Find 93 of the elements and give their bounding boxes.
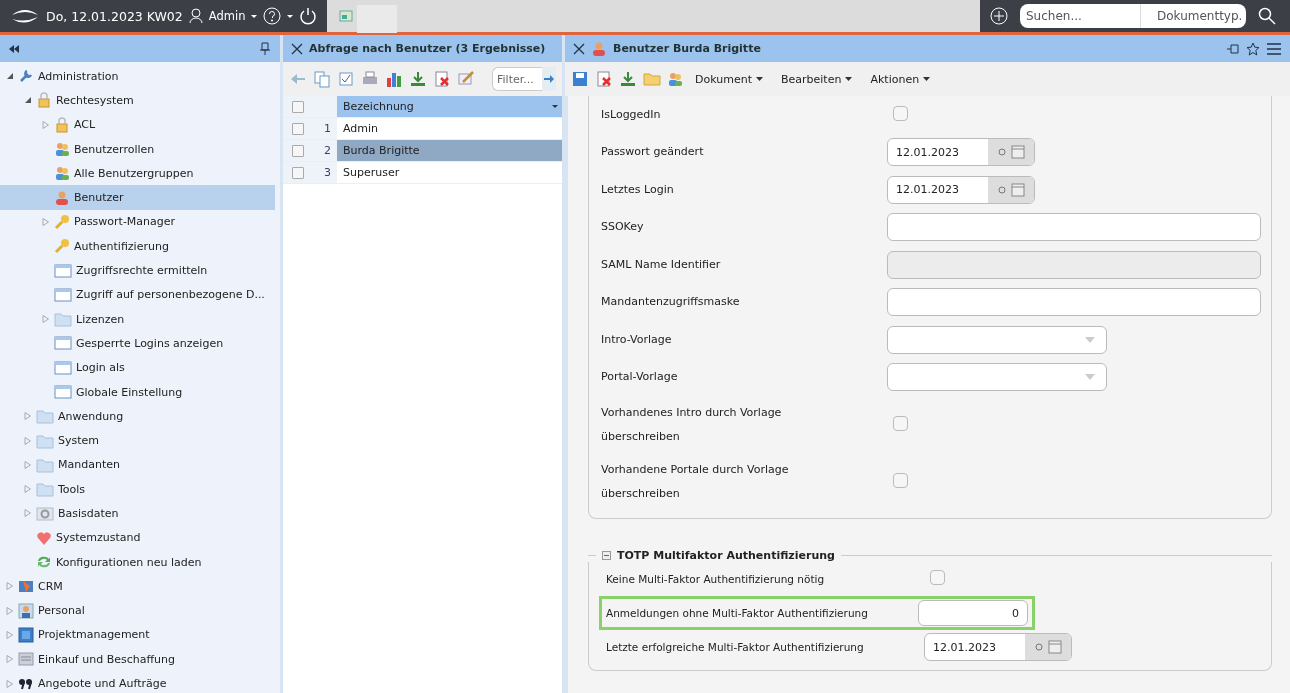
tree-item-label: Projektmanagement <box>38 628 150 642</box>
filter-field[interactable]: Filter... <box>492 67 542 91</box>
table-row[interactable]: 1 Admin <box>283 118 562 140</box>
table-cell[interactable]: Admin <box>337 118 562 139</box>
tree-item[interactable]: Personal <box>0 598 275 623</box>
table-cell[interactable]: Burda Brigitte <box>337 140 562 161</box>
tree-item[interactable]: Projektmanagement <box>0 622 275 648</box>
tree-item-label: Globale Einstellung <box>76 385 183 399</box>
table-cell[interactable]: Superuser <box>337 162 562 183</box>
table-row[interactable]: 2 Burda Brigitte <box>283 140 562 162</box>
row-number: 3 <box>323 165 332 181</box>
row-number: 2 <box>323 143 332 159</box>
tree-item-label: Basisdaten <box>58 507 119 520</box>
field-label: Vorhandene Portale durch Vorlage überschreiben <box>601 461 790 502</box>
table-row[interactable]: 3 Superuser <box>283 162 562 184</box>
tree-item-label: Authentifizierung <box>74 239 169 253</box>
field-label: SSOKey <box>601 219 645 236</box>
tree-item[interactable]: Basisdaten <box>0 501 275 526</box>
tree-item[interactable]: ACL <box>0 112 275 137</box>
tree-item[interactable]: Mandanten <box>0 452 275 478</box>
tree-item-label: Login als <box>76 361 125 375</box>
tree-item-label: Anwendung <box>58 409 124 423</box>
tree-item-label: Alle Benutzergruppen <box>74 166 194 180</box>
tree-item-label: Konfigurationen neu laden <box>56 555 202 569</box>
tree-item-label: Tools <box>58 482 86 496</box>
field-label: Portal-Vorlage <box>601 369 679 386</box>
tree-item[interactable]: Angebote und Aufträge <box>0 671 275 693</box>
panel-title: Abfrage nach Benutzer (3 Ergebnisse) <box>309 42 546 55</box>
date-field[interactable]: 12.01.2023 <box>924 633 1072 661</box>
tree-item-label: Lizenzen <box>76 312 125 326</box>
tree-item[interactable]: System <box>0 428 275 453</box>
field-label: Letztes Login <box>601 181 675 198</box>
date-value: 12.01.2023 <box>932 640 997 654</box>
tree-item-label: Benutzerrollen <box>74 142 155 156</box>
tree-item[interactable]: Alle Benutzergruppen <box>0 161 275 186</box>
row-number: 1 <box>323 121 332 137</box>
tree-item-label: Passwort-Manager <box>74 215 176 229</box>
tree-item[interactable]: Rechtesystem <box>0 88 275 113</box>
tree-item-label: Rechtesystem <box>56 93 134 107</box>
tree-item-label: Personal <box>38 604 85 618</box>
panel-title: Benutzer Burda Brigitte <box>613 42 761 55</box>
date-field[interactable]: 12.01.2023 <box>887 138 1035 167</box>
field-label: Passwort geändert <box>601 144 705 161</box>
tree-item-label: ACL <box>74 118 96 132</box>
tree-item[interactable]: Lizenzen <box>0 306 275 332</box>
tree-item-label: Administration <box>38 69 119 83</box>
section-title: TOTP Multifaktor Authentifizierung <box>617 549 835 562</box>
tree-item-label: Zugriff auf personenbezogene D... <box>76 288 265 302</box>
tree-item[interactable]: Einkauf und Beschaffung <box>0 647 275 672</box>
field-label: Vorhandenes Intro durch Vorlage überschreiben <box>601 404 783 445</box>
tree-item[interactable]: Anwendung <box>0 404 275 429</box>
tree-item[interactable]: Zugriff auf personenbezogene D... <box>0 282 275 307</box>
tree-item[interactable]: Passwort-Manager <box>0 209 275 235</box>
number-field[interactable]: 0 <box>918 600 1028 626</box>
search-field[interactable]: Suchen... <box>1020 4 1140 28</box>
tree-item[interactable]: Globale Einstellung <box>0 379 275 405</box>
field-label: Keine Multi-Faktor Authentifizierung nötig <box>606 573 826 585</box>
tree-item[interactable]: Benutzerrollen <box>0 136 275 162</box>
tree-item-label: Einkauf und Beschaffung <box>38 652 175 666</box>
date-value: 12.01.2023 <box>895 145 960 159</box>
menu-button[interactable]: Bearbeiten <box>775 72 859 86</box>
field-label: Mandantenzugriffsmaske <box>601 294 741 311</box>
tree-item-label: Angebote und Aufträge <box>38 677 167 691</box>
document-type-selector[interactable]: Dokumenttyp. <box>1140 4 1247 28</box>
tree-item[interactable]: CRM <box>0 574 275 599</box>
tree-item-label: Gesperrte Logins anzeigen <box>76 336 224 350</box>
field-label: Letzte erfolgreiche Multi-Faktor Authentifizierung <box>606 641 865 653</box>
user-name[interactable]: Admin <box>208 9 246 23</box>
tree-item-label: Zugriffsrechte ermitteln <box>76 264 208 277</box>
field-label: SAML Name Identifier <box>601 256 722 273</box>
field-label: Anmeldungen ohne Multi-Faktor Authentifizierung <box>606 607 869 619</box>
tree-item[interactable]: Authentifizierung <box>0 234 275 259</box>
tree-item[interactable]: Konfigurationen neu laden <box>0 549 275 575</box>
menu-button[interactable]: Aktionen <box>864 72 937 86</box>
tree-item-label: Mandanten <box>58 458 120 472</box>
menu-button[interactable]: Dokument <box>689 72 769 86</box>
tree-item[interactable]: Gesperrte Logins anzeigen <box>0 331 275 356</box>
tree-item[interactable]: Administration <box>0 64 275 89</box>
field-label: IsLoggedIn <box>601 106 662 123</box>
date-field[interactable]: 12.01.2023 <box>887 175 1035 204</box>
tree-item[interactable]: Login als <box>0 355 275 380</box>
date-text: Do, 12.01.2023 KW02 <box>46 8 183 24</box>
tree-item-label: CRM <box>38 579 63 593</box>
date-value: 12.01.2023 <box>895 183 960 197</box>
tree-item-label: Benutzer <box>74 191 124 205</box>
tree-item[interactable]: Tools <box>0 477 275 502</box>
tree-item-label: System <box>58 434 100 448</box>
tree-item[interactable]: Benutzer <box>0 185 275 210</box>
tree-item[interactable]: Systemzustand <box>0 525 275 550</box>
field-label: Intro-Vorlage <box>601 331 673 348</box>
tree-item[interactable]: Zugriffsrechte ermitteln <box>0 258 275 283</box>
tree-item-label: Systemzustand <box>56 531 141 545</box>
column-header[interactable]: Bezeichnung <box>337 96 562 117</box>
